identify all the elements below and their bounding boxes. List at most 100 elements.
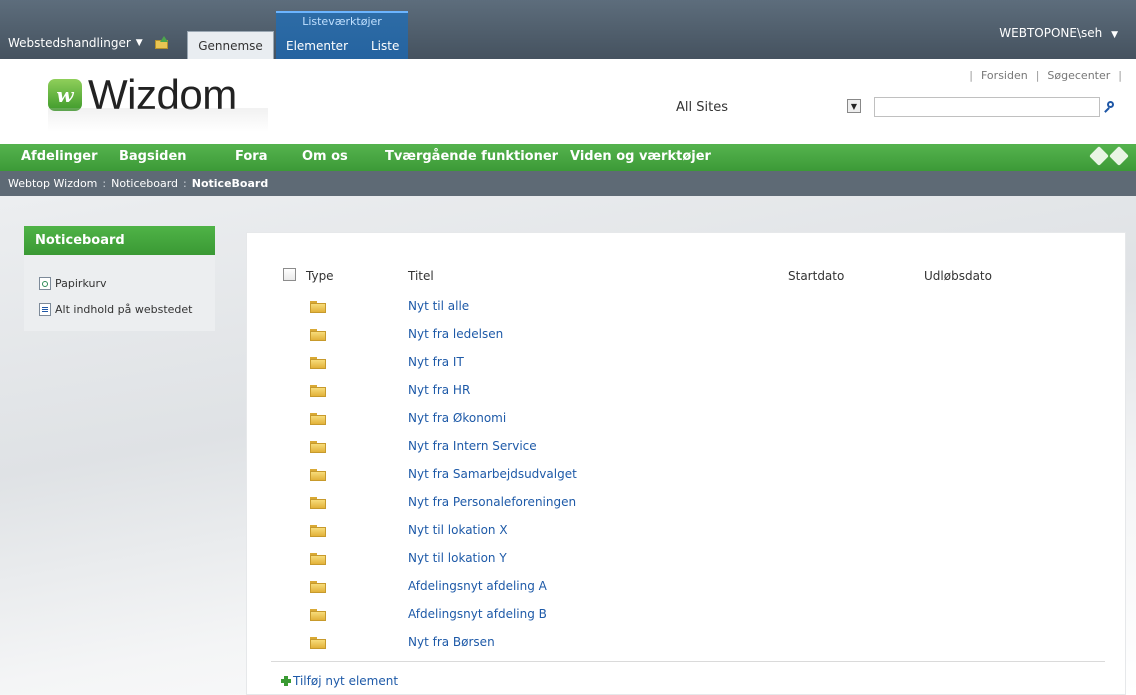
column-header-start-date[interactable]: Startdato [788,269,844,283]
folder-icon [310,385,326,397]
list-item[interactable]: Nyt fra Personaleforeningen [247,493,1125,513]
breadcrumb-item-webtop-wizdom[interactable]: Webtop Wizdom [8,177,97,190]
link-separator: | [1118,69,1122,82]
site-actions-label: Webstedshandlinger [8,36,131,50]
folder-icon [310,525,326,537]
chevron-down-icon[interactable]: ▼ [847,99,861,113]
add-new-item-label: Tilføj nyt element [293,674,399,688]
list-item-title[interactable]: Nyt fra Personaleforeningen [408,495,576,509]
list-item[interactable]: Afdelingsnyt afdeling A [247,577,1125,597]
list-item[interactable]: Nyt fra Intern Service [247,437,1125,457]
list-item-title[interactable]: Nyt fra Økonomi [408,411,506,425]
chevron-down-icon: ▼ [135,38,143,48]
folder-icon [310,497,326,509]
list-item[interactable]: Nyt fra IT [247,353,1125,373]
recycle-bin-link[interactable]: Papirkurv [39,277,106,290]
list-item-title[interactable]: Afdelingsnyt afdeling B [408,607,547,621]
list-tools-group: Listeværktøjer Elementer Liste [276,11,408,59]
chevron-down-icon: ▼ [1111,30,1118,40]
folder-icon [310,553,326,565]
nav-icons [1089,146,1129,166]
list-divider [271,661,1105,662]
folder-icon [310,441,326,453]
ribbon-left: Webstedshandlinger ▼ [8,36,169,50]
top-navigation: Afdelinger Bagsiden Fora Om os Tværgåend… [0,144,1136,171]
list-item[interactable]: Nyt fra Økonomi [247,409,1125,429]
search-scope-select[interactable]: All Sites ▼ [670,97,863,117]
list-item-title[interactable]: Nyt til alle [408,299,469,313]
tab-list[interactable]: Liste [371,39,399,53]
logo-reflection [48,108,268,132]
list-item-title[interactable]: Nyt fra Samarbejdsudvalget [408,467,577,481]
site-content-icon [39,303,51,316]
list-view: Type Titel Startdato Udløbsdato Nyt til … [246,232,1126,695]
search-scope-value: All Sites [676,99,728,115]
nav-tvaergaaende-funktioner[interactable]: Tværgående funktioner [385,149,558,164]
quick-launch-title[interactable]: Noticeboard [24,226,215,255]
site-actions-menu[interactable]: Webstedshandlinger ▼ [8,36,143,50]
folder-icon [310,413,326,425]
nav-om-os[interactable]: Om os [302,149,348,164]
list-item-title[interactable]: Nyt fra IT [408,355,464,369]
nav-fora[interactable]: Fora [235,149,267,164]
search-input[interactable] [874,97,1100,117]
breadcrumb-separator: : [102,177,107,190]
tags-notes-icon[interactable] [1109,146,1129,166]
user-menu[interactable]: WEBTOPONE\seh ▼ [999,26,1118,40]
link-forsiden[interactable]: Forsiden [981,69,1028,82]
link-separator: | [1035,69,1040,82]
breadcrumb-separator: : [183,177,187,190]
list-item-title[interactable]: Nyt fra Børsen [408,635,495,649]
list-item[interactable]: Nyt til alle [247,297,1125,317]
recycle-bin-label: Papirkurv [55,277,107,290]
tag-icon[interactable] [1089,146,1109,166]
list-item[interactable]: Nyt fra HR [247,381,1125,401]
quick-launch: Noticeboard Papirkurv Alt indhold på web… [24,226,215,331]
add-new-item-link[interactable]: Tilføj nyt element [281,674,398,688]
all-site-content-label: Alt indhold på webstedet [55,303,193,316]
list-item-title[interactable]: Nyt fra HR [408,383,470,397]
list-item[interactable]: Afdelingsnyt afdeling B [247,605,1125,625]
column-header-title[interactable]: Titel [408,269,434,283]
folder-icon [310,329,326,341]
tab-browse[interactable]: Gennemse [187,31,274,59]
navigate-up-icon[interactable] [154,36,169,49]
list-item[interactable]: Nyt fra Børsen [247,633,1125,653]
site-header: w Wizdom | Forsiden | Søgecenter | All S… [0,59,1136,144]
folder-icon [310,357,326,369]
list-item[interactable]: Nyt fra ledelsen [247,325,1125,345]
folder-icon [310,301,326,313]
column-header-expiry-date[interactable]: Udløbsdato [924,269,992,283]
folder-icon [310,637,326,649]
nav-viden-og-vaerktoejer[interactable]: Viden og værktøjer [570,149,711,164]
top-links: | Forsiden | Søgecenter | [969,69,1122,82]
ribbon: Webstedshandlinger ▼ Gennemse Listeværkt… [0,0,1136,59]
list-item-title[interactable]: Afdelingsnyt afdeling A [408,579,547,593]
nav-bagsiden[interactable]: Bagsiden [119,149,187,164]
column-header-type[interactable]: Type [306,269,334,283]
breadcrumb-current: NoticeBoard [191,177,269,190]
tab-items[interactable]: Elementer [286,39,348,53]
list-item[interactable]: Nyt til lokation X [247,521,1125,541]
logo-mark: w [48,79,82,111]
list-item[interactable]: Nyt til lokation Y [247,549,1125,569]
tab-browse-label: Gennemse [198,38,263,53]
nav-afdelinger[interactable]: Afdelinger [21,149,98,164]
folder-icon [310,609,326,621]
link-soegecenter[interactable]: Søgecenter [1047,69,1110,82]
list-item-title[interactable]: Nyt til lokation X [408,523,508,537]
list-item-title[interactable]: Nyt fra ledelsen [408,327,503,341]
list-tools-label: Listeværktøjer [302,15,382,28]
link-separator: | [969,69,973,82]
list-item-title[interactable]: Nyt fra Intern Service [408,439,537,453]
list-item[interactable]: Nyt fra Samarbejdsudvalget [247,465,1125,485]
plus-icon [281,676,291,686]
breadcrumb-item-noticeboard[interactable]: Noticeboard [111,177,178,190]
all-site-content-link[interactable]: Alt indhold på webstedet [39,303,192,316]
search-button[interactable] [1100,97,1120,117]
select-all-checkbox[interactable] [283,268,296,281]
recycle-bin-icon [39,277,51,290]
list-item-title[interactable]: Nyt til lokation Y [408,551,507,565]
breadcrumb: Webtop Wizdom : Noticeboard : NoticeBoar… [0,171,1136,196]
search-icon [1104,101,1116,113]
